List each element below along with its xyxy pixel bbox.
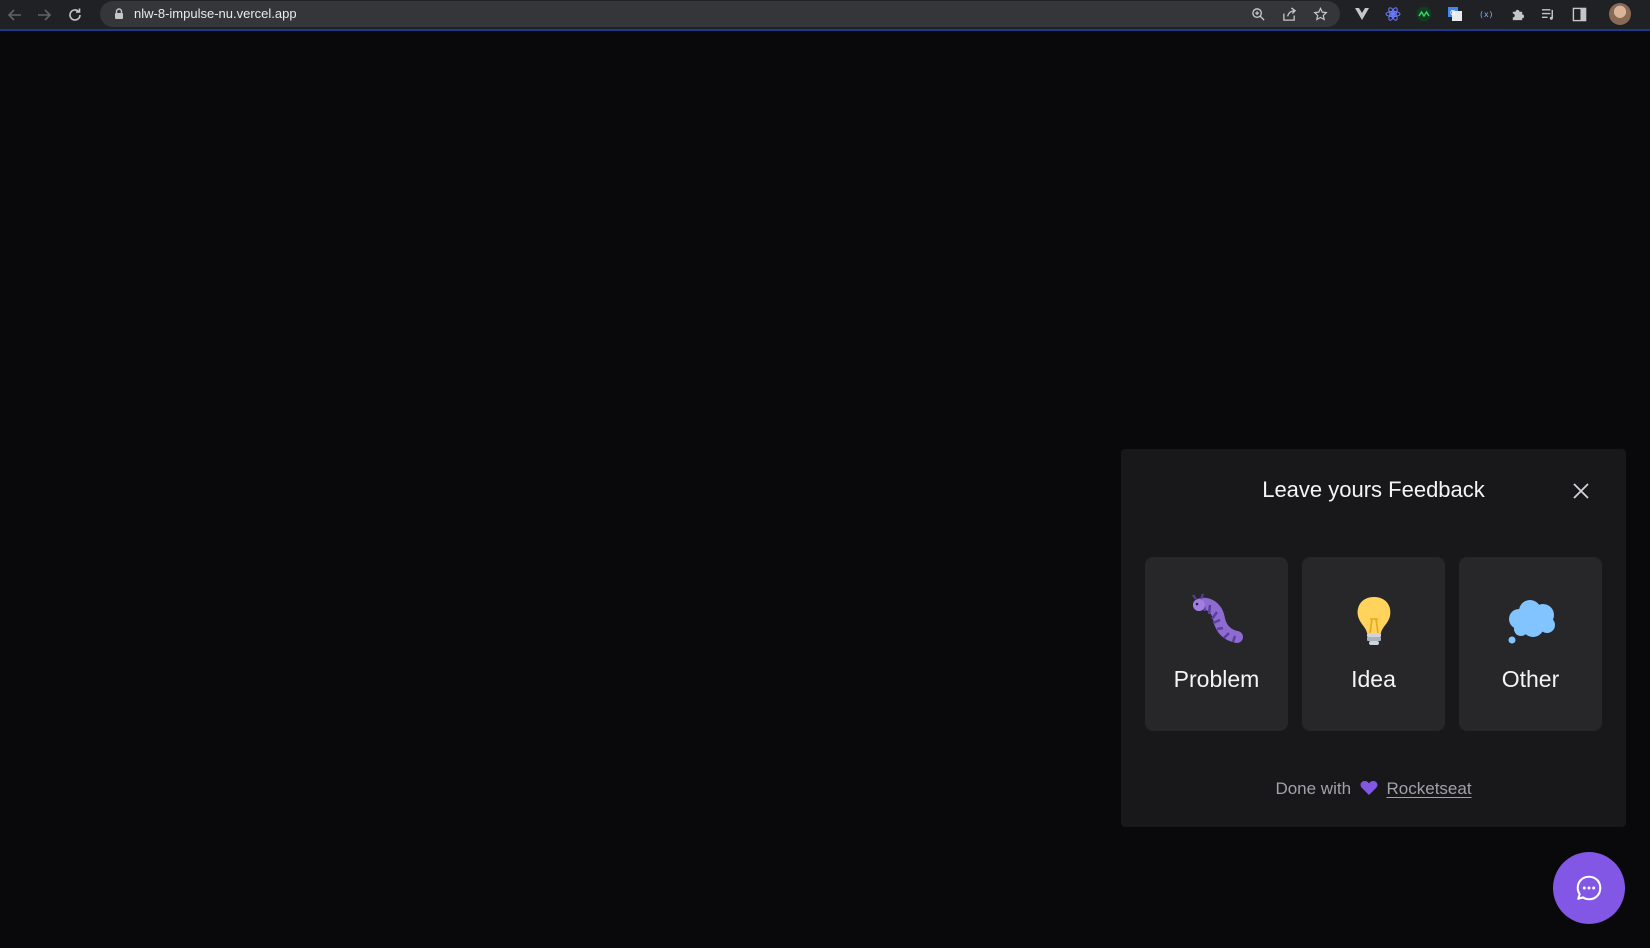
option-idea-button[interactable]: Idea [1302, 557, 1445, 731]
footer-prefix: Done with [1275, 779, 1352, 798]
feedback-widget: Leave yours Feedback Problem Idea Other … [1121, 449, 1626, 827]
svg-text:(x): (x) [1479, 10, 1493, 19]
close-icon [1573, 483, 1589, 499]
profile-avatar[interactable] [1609, 3, 1631, 25]
url-text: nlw-8-impulse-nu.vercel.app [134, 6, 297, 21]
option-label: Other [1501, 666, 1560, 692]
forward-arrow-icon[interactable] [33, 4, 55, 26]
footer-credit: Done with Rocketseat [1121, 779, 1626, 799]
option-other-button[interactable]: Other [1459, 557, 1602, 731]
address-bar[interactable]: nlw-8-impulse-nu.vercel.app [100, 1, 1340, 27]
reading-list-icon[interactable] [1539, 5, 1557, 23]
react-extension-icon[interactable] [1384, 5, 1402, 23]
svg-text:G: G [1450, 9, 1455, 17]
option-problem-button[interactable]: Problem [1145, 557, 1288, 731]
option-label: Problem [1173, 666, 1260, 692]
option-label: Idea [1351, 666, 1396, 692]
puzzle-icon[interactable] [1508, 5, 1526, 23]
translate-extension-icon[interactable]: G [1446, 5, 1464, 23]
chat-bubble-icon [1576, 875, 1602, 901]
widget-title: Leave yours Feedback [1262, 477, 1485, 502]
feedback-type-options: Problem Idea Other [1145, 557, 1602, 731]
bookmark-star-icon[interactable] [1311, 5, 1329, 23]
monitor-extension-icon[interactable] [1415, 5, 1433, 23]
rocketseat-link[interactable]: Rocketseat [1387, 779, 1472, 798]
back-arrow-icon[interactable] [4, 4, 26, 26]
close-button[interactable] [1569, 479, 1593, 503]
thought-balloon-emoji-icon [1508, 600, 1555, 644]
vue-extension-icon[interactable] [1353, 5, 1371, 23]
share-icon[interactable] [1280, 5, 1298, 23]
zoom-icon[interactable] [1249, 5, 1267, 23]
bug-emoji-icon [1192, 593, 1243, 643]
browser-toolbar: nlw-8-impulse-nu.vercel.app G (x) [0, 0, 1650, 31]
heart-icon [1360, 781, 1378, 795]
lightbulb-emoji-icon [1357, 597, 1391, 645]
lock-icon[interactable] [112, 7, 126, 21]
side-panel-icon[interactable] [1570, 5, 1588, 23]
reload-icon[interactable] [64, 4, 86, 26]
devtools-extension-icon[interactable]: (x) [1477, 5, 1495, 23]
feedback-fab-button[interactable] [1553, 852, 1625, 924]
